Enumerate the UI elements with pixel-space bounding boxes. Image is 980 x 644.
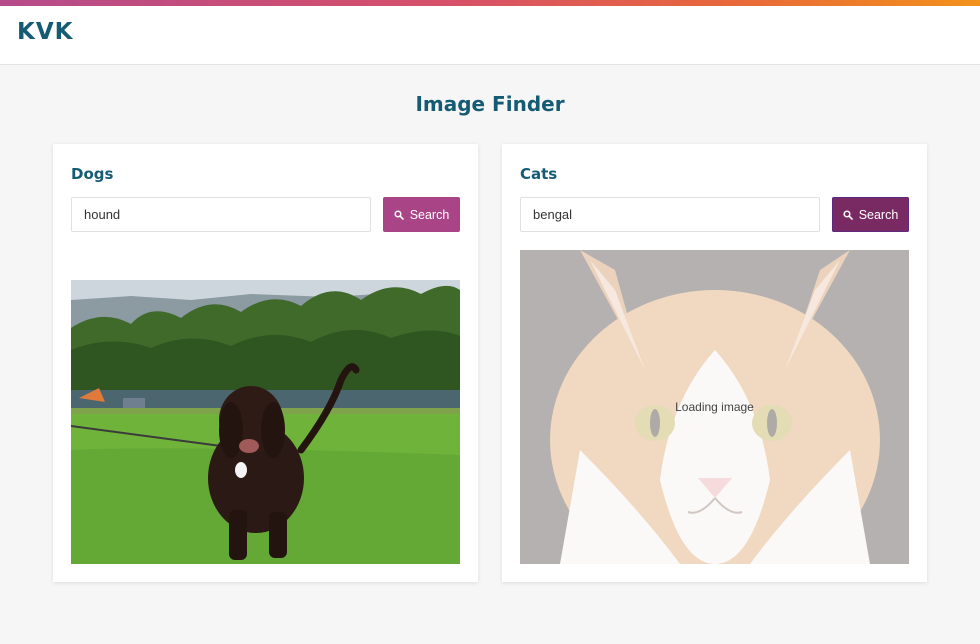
dogs-card: Dogs Search [53,144,478,582]
loading-text: Loading image [675,400,754,414]
cats-search-input[interactable] [520,197,820,232]
dogs-search-input[interactable] [71,197,371,232]
page-title: Image Finder [415,92,565,116]
dogs-search-button-label: Search [409,207,450,222]
dogs-card-title: Dogs [71,165,114,183]
cats-search-button-label: Search [858,207,899,222]
search-icon [843,209,853,220]
search-icon [394,209,404,220]
cat-image: Loading image [520,250,909,564]
cats-card-title: Cats [520,165,558,183]
cats-card: Cats Search Loading image [502,144,927,582]
dog-image [71,250,460,564]
kvk-logo[interactable]: KVK [17,19,73,45]
cats-search-button[interactable]: Search [832,197,909,232]
header: KVK [0,6,980,65]
dogs-search-button[interactable]: Search [383,197,460,232]
